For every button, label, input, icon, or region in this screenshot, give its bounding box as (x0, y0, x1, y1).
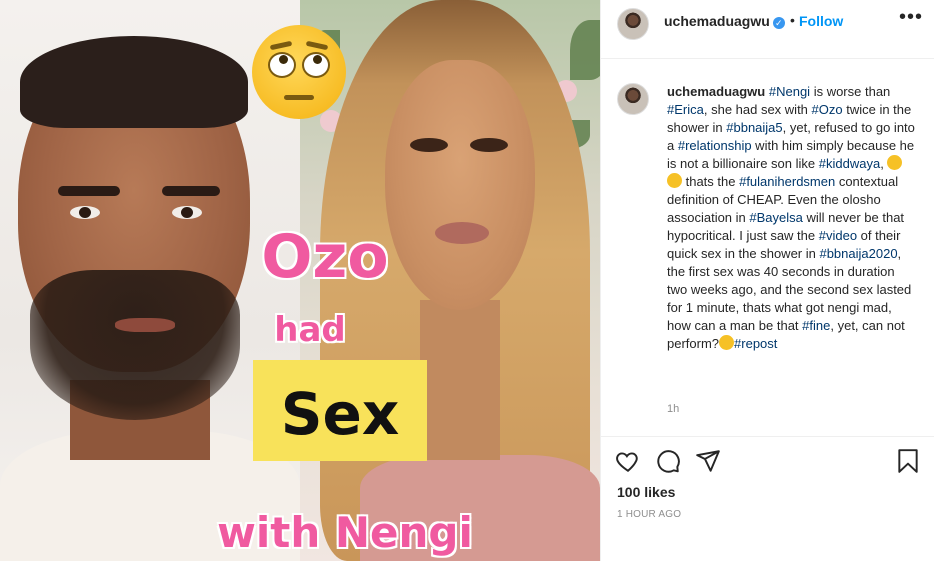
hashtag-link[interactable]: #video (819, 228, 857, 243)
bookmark-icon[interactable] (895, 448, 921, 474)
separator-dot: • (790, 12, 795, 28)
caption-text-segment: is worse than (810, 84, 891, 99)
comment-icon[interactable] (655, 448, 681, 474)
likes-count[interactable]: 100 likes (617, 484, 675, 500)
man-mouth (115, 318, 175, 332)
emoji-mouth (284, 95, 314, 100)
posted-time: 1 HOUR AGO (617, 509, 682, 520)
hashtag-link[interactable]: #bbnaija2020 (819, 246, 897, 261)
rofl-emoji-icon (719, 335, 735, 350)
caption-text-segment: , she had sex with (703, 102, 812, 117)
man-hair (20, 36, 248, 128)
caption-text-segment: , (880, 156, 888, 171)
hashtag-link[interactable]: #Nengi (769, 84, 810, 99)
caption-username[interactable]: uchemaduagwu (667, 84, 765, 99)
man-eye (172, 206, 202, 219)
avatar[interactable] (617, 83, 649, 115)
more-options-icon[interactable]: ••• (899, 6, 923, 29)
man-eyebrow (58, 186, 120, 196)
hashtag-link[interactable]: #relationship (678, 138, 752, 153)
overlay-text-had: had (274, 310, 346, 350)
caption-text: uchemaduagwu #Nengi is worse than #Erica… (667, 83, 915, 353)
caption-text-segment: thats the (682, 174, 740, 189)
emoji-eye (268, 52, 296, 78)
man-eyebrow (162, 186, 220, 196)
hashtag-link[interactable]: #kiddwaya (819, 156, 880, 171)
post-image[interactable]: Ozo had Sex with Nengi (0, 0, 600, 561)
rolling-eyes-emoji-icon (252, 25, 346, 119)
caption-timestamp[interactable]: 1h (667, 403, 679, 415)
rofl-emoji-icon (887, 155, 903, 170)
emoji-brow (305, 40, 329, 51)
hashtag-link[interactable]: #bbnaija5 (726, 120, 782, 135)
action-bar (601, 440, 934, 484)
leaf-decoration (570, 20, 600, 80)
username-text[interactable]: uchemaduagwu (664, 13, 770, 29)
rofl-emoji-icon (667, 173, 682, 188)
post-header: uchemaduagwu ✓ • Follow ••• (601, 0, 934, 59)
emoji-eye (302, 52, 330, 78)
man-eye (70, 206, 100, 219)
avatar[interactable] (617, 8, 649, 40)
woman-eye (470, 138, 508, 152)
hashtag-link[interactable]: #fulaniherdsmen (739, 174, 835, 189)
hashtag-link[interactable]: #Ozo (812, 102, 843, 117)
heart-icon[interactable] (615, 448, 641, 474)
overlay-text-ozo: Ozo (261, 222, 389, 292)
overlay-text-with-nengi: with Nengi (217, 508, 473, 557)
verified-badge-icon: ✓ (772, 17, 785, 29)
follow-button[interactable]: Follow (799, 13, 843, 29)
hashtag-link[interactable]: #Erica (667, 102, 704, 117)
woman-neck (420, 300, 500, 460)
post-side-panel: uchemaduagwu ✓ • Follow ••• uchemaduagwu … (600, 0, 934, 561)
hashtag-link[interactable]: #repost (734, 336, 777, 351)
woman-eye (410, 138, 448, 152)
hashtag-link[interactable]: #fine (802, 318, 830, 333)
header-username[interactable]: uchemaduagwu ✓ (664, 13, 785, 29)
woman-face (385, 60, 535, 310)
share-icon[interactable] (695, 448, 721, 474)
woman-lips (435, 222, 489, 244)
emoji-brow (269, 40, 293, 51)
hashtag-link[interactable]: #Bayelsa (749, 210, 802, 225)
overlay-text-sex: Sex (280, 380, 400, 448)
caption-section: uchemaduagwu #Nengi is worse than #Erica… (601, 59, 934, 437)
man-beard (30, 270, 240, 420)
